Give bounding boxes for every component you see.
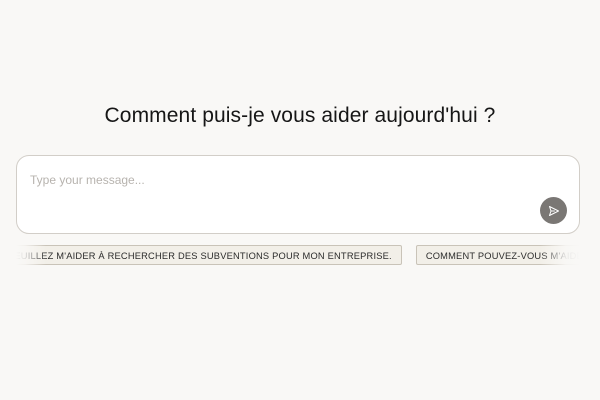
send-icon xyxy=(548,205,559,216)
send-button[interactable] xyxy=(540,197,567,224)
suggestion-carousel: VEUILLEZ M'AIDER À RECHERCHER DES SUBVEN… xyxy=(16,245,580,271)
page: Comment puis-je vous aider aujourd'hui ?… xyxy=(0,0,600,400)
message-composer xyxy=(16,155,580,234)
page-title: Comment puis-je vous aider aujourd'hui ? xyxy=(104,104,496,127)
suggestion-chip-help[interactable]: COMMENT POUVEZ-VOUS M'AIDER ? xyxy=(415,245,580,265)
suggestion-track: VEUILLEZ M'AIDER À RECHERCHER DES SUBVEN… xyxy=(16,245,580,265)
suggestion-chip-grants[interactable]: VEUILLEZ M'AIDER À RECHERCHER DES SUBVEN… xyxy=(16,245,402,265)
message-input[interactable] xyxy=(30,171,530,189)
